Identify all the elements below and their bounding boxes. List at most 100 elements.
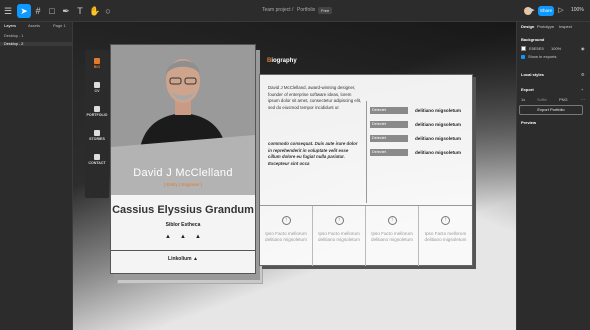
design-canvas[interactable]: BIO CV PORTFOLIO STORIES CONTACT David J… bbox=[73, 22, 516, 330]
hand-tool-icon[interactable]: ✋ bbox=[89, 4, 100, 18]
user-icon bbox=[94, 58, 100, 64]
social-icon-1[interactable]: ▲ bbox=[165, 234, 171, 240]
portfolio-icon bbox=[94, 106, 100, 112]
play-icon[interactable]: ▶ bbox=[528, 4, 536, 18]
export-button[interactable]: Export Portfolio bbox=[519, 105, 583, 115]
layer-row[interactable]: Desktop - 1 bbox=[4, 34, 23, 38]
nav-label: BIO bbox=[93, 65, 101, 69]
nav-item-cv[interactable]: CV bbox=[85, 82, 109, 93]
move-tool-icon[interactable]: ➤ bbox=[17, 4, 31, 18]
shape-tool-icon[interactable]: □ bbox=[47, 4, 57, 18]
export-scale[interactable]: 1x bbox=[521, 97, 525, 102]
nav-item-portfolio[interactable]: PORTFOLIO bbox=[85, 106, 109, 117]
add-export-icon[interactable]: + bbox=[581, 87, 583, 92]
page-selector[interactable]: Page 1 bbox=[53, 23, 66, 28]
social-icon-3[interactable]: ▲ bbox=[195, 234, 201, 240]
pen-tool-icon[interactable]: ✒ bbox=[61, 4, 71, 18]
column-divider bbox=[366, 101, 367, 203]
eye-icon[interactable]: ◉ bbox=[581, 46, 585, 51]
text-tool-icon[interactable]: T bbox=[75, 4, 85, 18]
layers-panel: Layers Assets Page 1 Desktop - 1 Desktop… bbox=[0, 22, 73, 330]
card-role-secondary: Siblor Estheca bbox=[165, 222, 201, 228]
feature-cell[interactable]: ↑ Ipso Facto mellorum delitiano migsolet… bbox=[419, 206, 472, 266]
tab-layers[interactable]: Layers bbox=[4, 23, 16, 28]
info-label: Delectet bbox=[370, 107, 408, 114]
biography-frame: David J McClelland, award-winning design… bbox=[259, 74, 473, 266]
card-footer-link[interactable]: Linkolium ▲ bbox=[111, 256, 255, 262]
show-exports-label: Show in exports bbox=[528, 54, 557, 59]
top-toolbar: ☰ ➤ # □ ✒ T ✋ ○ Team project / Portfolio… bbox=[0, 0, 590, 22]
info-row: Delectet delitiano migsoletum bbox=[370, 149, 470, 157]
present-icon[interactable]: ▷ bbox=[556, 4, 566, 18]
nav-label: STORIES bbox=[89, 137, 105, 141]
contact-icon bbox=[94, 154, 100, 160]
biography-heading: Biography bbox=[267, 58, 297, 64]
feature-cell[interactable]: ↑ Ipso Facto mellorum delitiano migsolet… bbox=[313, 206, 366, 266]
nav-label: PORTFOLIO bbox=[86, 113, 108, 117]
feature-cell[interactable]: ↑ Ipso Facto mellorum delitiano migsolet… bbox=[260, 206, 313, 266]
nav-item-bio[interactable]: BIO bbox=[85, 58, 109, 69]
footer-label: Linkolium bbox=[168, 256, 192, 262]
tab-prototype[interactable]: Prototype bbox=[537, 24, 554, 29]
feature-cells: ↑ Ipso Facto mellorum delitiano migsolet… bbox=[260, 205, 472, 266]
zoom-level[interactable]: 100% bbox=[571, 7, 584, 13]
export-suffix[interactable]: Suffix bbox=[537, 97, 547, 102]
arrow-up-icon: ↑ bbox=[281, 216, 291, 225]
team-name[interactable]: Team project bbox=[262, 7, 291, 13]
settings-icon[interactable]: ⚙ bbox=[581, 72, 585, 77]
more-icon[interactable]: ⋯ bbox=[581, 97, 585, 102]
local-styles-label[interactable]: Local styles bbox=[521, 72, 544, 77]
layer-row-selected[interactable]: Desktop - 2 bbox=[0, 42, 72, 46]
frame-tool-icon[interactable]: # bbox=[33, 4, 43, 18]
path-separator: / bbox=[292, 7, 294, 13]
show-exports-checkbox[interactable] bbox=[521, 55, 525, 59]
feature-text: Ipso Facto mellorum delitiano migsoletum bbox=[371, 231, 413, 242]
tab-design[interactable]: Design bbox=[521, 24, 534, 29]
info-value: delitiano migsoletum bbox=[415, 108, 461, 113]
info-value: delitiano migsoletum bbox=[415, 122, 461, 127]
feature-text: Ipso Facto mellorum delitiano migsoletum bbox=[318, 231, 360, 242]
bio-paragraph-1: David J McClelland, award-winning design… bbox=[268, 85, 362, 110]
background-label: Background bbox=[521, 37, 545, 42]
export-label: Export bbox=[521, 87, 534, 92]
social-icon-2[interactable]: ▲ bbox=[180, 234, 186, 240]
nav-item-stories[interactable]: STORIES bbox=[85, 130, 109, 141]
feature-cell[interactable]: ↑ Ipso Facto mellorum delitiano migsolet… bbox=[366, 206, 419, 266]
share-button[interactable]: Share bbox=[538, 6, 554, 16]
stories-icon bbox=[94, 130, 100, 136]
info-value: delitiano migsoletum bbox=[415, 150, 461, 155]
export-format[interactable]: PNG bbox=[559, 97, 568, 102]
nav-label: CV bbox=[94, 89, 100, 93]
info-value: delitiano migsoletum bbox=[415, 136, 461, 141]
preview-toggle[interactable]: Preview bbox=[521, 120, 536, 125]
background-hex[interactable]: E5E5E5 bbox=[529, 46, 544, 51]
comment-tool-icon[interactable]: ○ bbox=[103, 4, 113, 18]
background-swatch[interactable] bbox=[521, 46, 526, 51]
info-label: Delectet bbox=[370, 135, 408, 142]
bio-rest: iography bbox=[271, 58, 297, 64]
tab-assets[interactable]: Assets bbox=[28, 23, 40, 28]
nav-label: CONTACT bbox=[88, 161, 106, 165]
feature-text: Ipso Facto mellorum delitiano migsoletum bbox=[265, 231, 307, 242]
card-divider bbox=[111, 250, 255, 251]
info-row: Delectet delitiano migsoletum bbox=[370, 107, 470, 115]
card-role-primary: [ Entity | Engineer ] bbox=[164, 182, 202, 187]
info-label: Delectet bbox=[370, 149, 408, 156]
nav-item-contact[interactable]: CONTACT bbox=[85, 154, 109, 165]
cv-icon bbox=[94, 82, 100, 88]
background-opacity[interactable]: 100% bbox=[551, 46, 561, 51]
card-name-secondary: Cassius Elyssius Grandum bbox=[112, 204, 254, 216]
info-row: Delectet delitiano migsoletum bbox=[370, 135, 470, 143]
tab-inspect[interactable]: Inspect bbox=[559, 24, 572, 29]
profile-card: David J McClelland [ Entity | Engineer ]… bbox=[110, 44, 256, 274]
plan-badge: Free bbox=[318, 7, 333, 14]
main-menu-icon[interactable]: ☰ bbox=[3, 4, 13, 18]
info-label: Delectet bbox=[370, 121, 408, 128]
feature-text: Ipso Facto mellorum delitiano migsoletum bbox=[424, 231, 467, 242]
properties-panel: Design Prototype Inspect Background E5E5… bbox=[516, 22, 590, 330]
file-name[interactable]: Portfolio bbox=[297, 7, 315, 13]
arrow-up-icon: ↑ bbox=[387, 216, 397, 225]
arrow-up-icon: ↑ bbox=[334, 216, 344, 225]
arrow-up-icon: ↑ bbox=[441, 216, 450, 225]
card-name-primary: David J McClelland bbox=[133, 167, 233, 179]
